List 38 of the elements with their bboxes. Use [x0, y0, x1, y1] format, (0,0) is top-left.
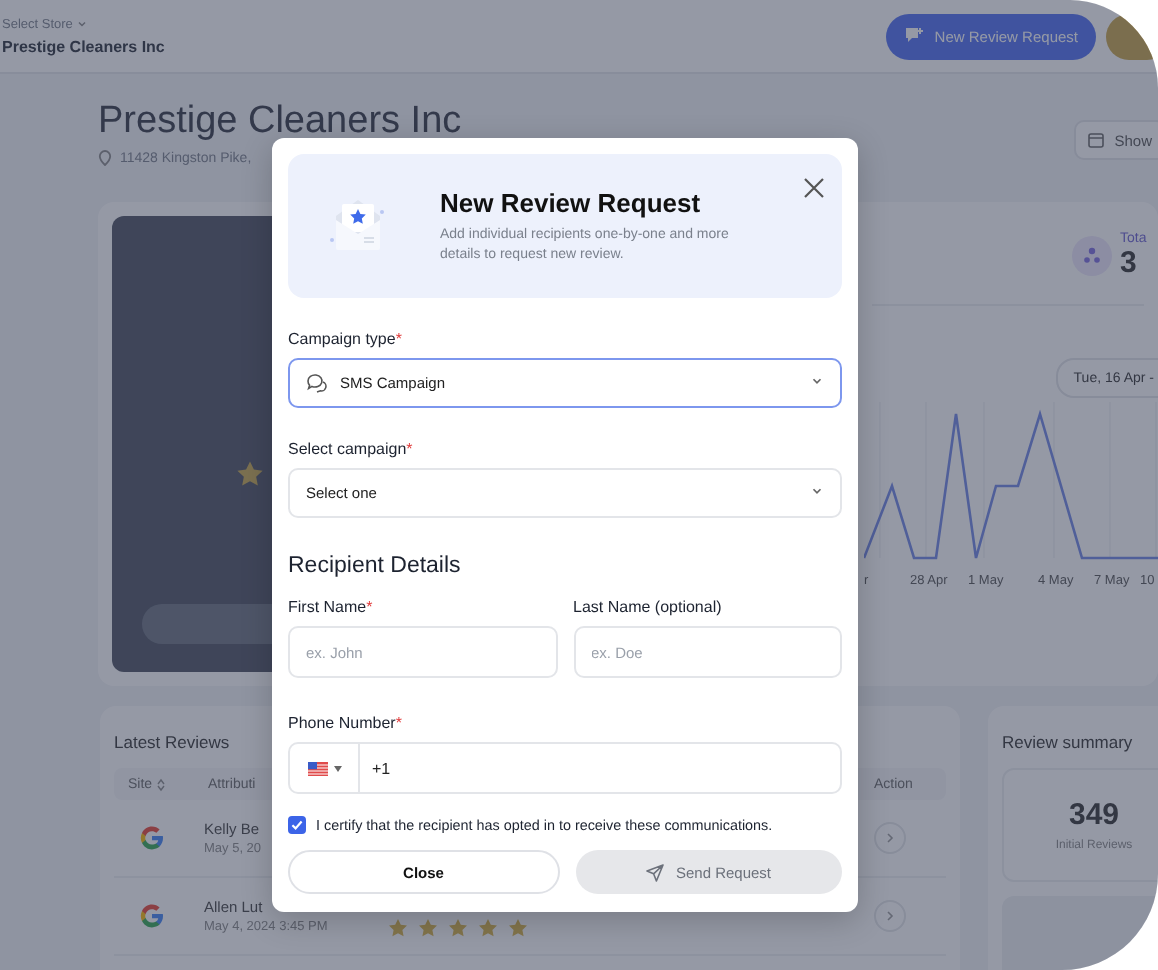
location-pin-icon: [98, 150, 112, 166]
chevron-icon: [76, 18, 89, 30]
chat-bubbles-icon: [306, 372, 328, 394]
phone-input[interactable]: +1: [360, 744, 840, 792]
phone-field[interactable]: +1: [288, 742, 842, 794]
chevron-right-icon: [884, 910, 896, 922]
review-count: 349: [1068, 798, 1120, 832]
star-icon: [448, 918, 468, 938]
card-title: Latest Reviews: [114, 732, 230, 752]
close-icon[interactable]: [802, 176, 826, 200]
dialog-title: New Review Request: [440, 187, 703, 218]
stat-value: 3: [1120, 246, 1139, 280]
account-button[interactable]: [1106, 13, 1158, 59]
section-title: Recipient Details: [288, 554, 463, 578]
star-icon: [236, 460, 264, 488]
flag-icon: [307, 761, 327, 775]
consent-checkbox[interactable]: [288, 816, 306, 834]
store-name: Prestige Cleaners Inc: [2, 37, 165, 55]
field-label: Last Name (optional): [573, 598, 724, 616]
chevron-right-icon: [884, 832, 896, 844]
field-label: Phone Number*: [288, 714, 404, 732]
calendar-icon: [1088, 132, 1105, 148]
field-label: Campaign type*: [288, 330, 404, 348]
star-icon: [508, 918, 528, 938]
chevron-icon: [810, 374, 824, 388]
star-icon: [388, 918, 408, 938]
chevron-icon: [810, 484, 824, 498]
field-label: Select campaign*: [288, 440, 415, 458]
google-icon: [140, 904, 164, 928]
chat-plus-icon: [904, 26, 925, 46]
card-title: Review summary: [1002, 732, 1133, 752]
users-icon: [1072, 236, 1112, 276]
star-icon: [478, 918, 498, 938]
page-title: Prestige Cleaners Inc: [98, 100, 462, 144]
star-icon: [418, 918, 438, 938]
google-icon: [140, 826, 164, 850]
field-label: First Name*: [288, 598, 375, 616]
send-icon: [645, 863, 664, 881]
